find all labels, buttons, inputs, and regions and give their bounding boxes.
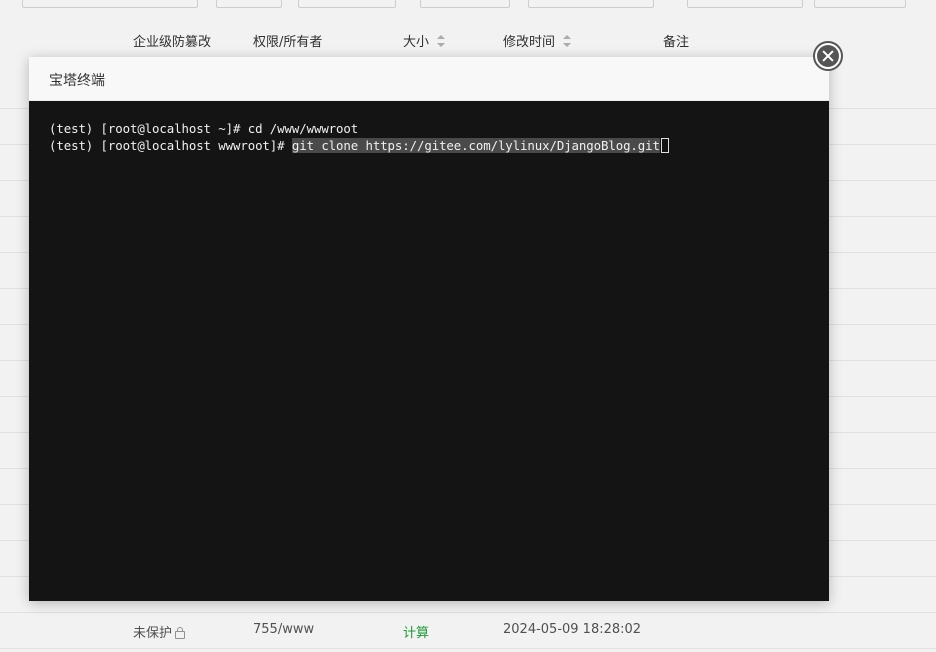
terminal-line: (test) [root@localhost ~]# cd /www/wwwro… [49, 121, 358, 136]
terminal-prompt: (test) [root@localhost ~]# [49, 121, 248, 136]
terminal-line: (test) [root@localhost wwwroot]# git clo… [49, 138, 669, 153]
modal-title: 宝塔终端 [49, 73, 105, 89]
terminal-command-selected: git clone https://gitee.com/lylinux/Djan… [291, 138, 660, 153]
close-icon [817, 45, 839, 67]
file-manager-page: 企业级防篡改 权限/所有者 大小 修改时间 备注 未保护 755/www 计算 … [0, 0, 936, 652]
terminal-screen[interactable]: (test) [root@localhost ~]# cd /www/wwwro… [29, 101, 829, 601]
terminal-cursor [660, 138, 669, 153]
terminal-modal: 宝塔终端 (test) [root@localhost ~]# cd /www/… [29, 57, 829, 601]
close-modal-button[interactable] [813, 41, 843, 71]
terminal-prompt: (test) [root@localhost wwwroot]# [49, 138, 292, 153]
modal-header: 宝塔终端 [29, 57, 829, 101]
terminal-command: cd /www/wwwroot [247, 121, 359, 136]
